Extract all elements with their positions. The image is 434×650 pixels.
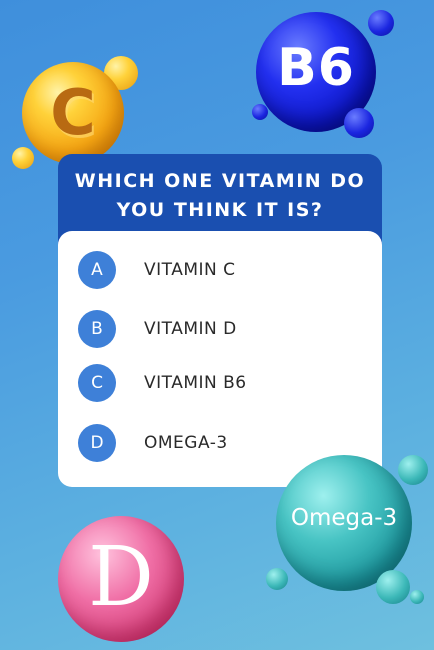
- vitamin-b6-small-bubble: [344, 108, 374, 138]
- vitamin-c-orb-icon: C: [22, 62, 124, 164]
- vitamin-b6-small-bubble: [252, 104, 268, 120]
- vitamin-c-small-bubble: [12, 147, 34, 169]
- option-d-label: OMEGA-3: [144, 433, 228, 453]
- omega-small-bubble: [398, 455, 428, 485]
- option-a-badge: A: [78, 251, 116, 289]
- option-b[interactable]: B VITAMIN D: [78, 309, 368, 349]
- vitamin-b6-orb-letter: B6: [277, 38, 355, 98]
- option-c[interactable]: C VITAMIN B6: [78, 363, 368, 403]
- option-b-label: VITAMIN D: [144, 319, 237, 339]
- option-c-badge: C: [78, 364, 116, 402]
- option-c-label: VITAMIN B6: [144, 373, 247, 393]
- question-line-2: YOU THINK IT IS?: [116, 199, 324, 221]
- option-d-badge: D: [78, 424, 116, 462]
- option-a[interactable]: A VITAMIN C: [78, 250, 368, 290]
- omega-small-bubble: [410, 590, 424, 604]
- omega-3-orb-label: Omega-3: [290, 505, 398, 531]
- option-b-badge: B: [78, 310, 116, 348]
- omega-small-bubble: [376, 570, 410, 604]
- vitamin-d-orb-icon: D: [58, 516, 184, 642]
- vitamin-b6-small-bubble: [368, 10, 394, 36]
- question-line-1: WHICH ONE VITAMIN DO: [74, 170, 366, 192]
- answer-card: A VITAMIN C B VITAMIN D C VITAMIN B6 D O…: [58, 231, 382, 487]
- vitamin-c-orb-letter: C: [50, 76, 96, 149]
- omega-small-bubble: [266, 568, 288, 590]
- vitamin-d-orb-letter: D: [88, 530, 154, 625]
- option-a-label: VITAMIN C: [144, 260, 236, 280]
